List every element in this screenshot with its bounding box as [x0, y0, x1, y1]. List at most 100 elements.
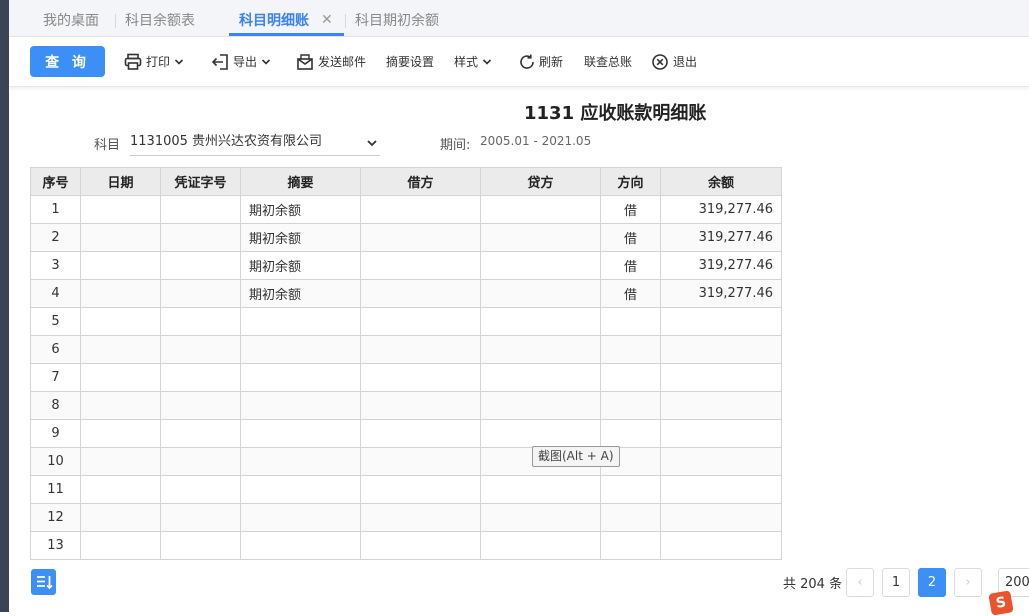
cell-direction: [600, 335, 661, 364]
cell-summary: [240, 419, 361, 448]
send-email-button[interactable]: 发送邮件: [296, 50, 371, 74]
cell-seq: 12: [30, 503, 81, 532]
cell-seq: 2: [30, 223, 81, 252]
page-1-button[interactable]: 1: [882, 568, 910, 597]
header-summary[interactable]: 摘要: [240, 167, 361, 196]
header-debit[interactable]: 借方: [360, 167, 481, 196]
close-circle-icon: [652, 54, 668, 70]
table-row[interactable]: 8: [30, 391, 782, 420]
tab-account-balance[interactable]: 科目余额表: [125, 0, 195, 37]
style-button[interactable]: 样式: [454, 50, 494, 74]
cell-debit: [360, 195, 481, 224]
cell-debit: [360, 335, 481, 364]
header-balance[interactable]: 余额: [660, 167, 782, 196]
style-label: 样式: [454, 55, 479, 69]
cell-credit: [480, 531, 601, 560]
cell-summary: [240, 503, 361, 532]
column-settings-button[interactable]: [31, 569, 56, 595]
total-count: 共 204 条: [783, 577, 843, 592]
table-row[interactable]: 12: [30, 503, 782, 532]
cell-date: [80, 195, 161, 224]
cell-voucher: [160, 279, 241, 308]
export-button[interactable]: 导出: [211, 50, 273, 74]
period-value: 2005.01 - 2021.05: [480, 134, 592, 148]
cell-summary: [240, 363, 361, 392]
tab-divider: [115, 14, 116, 28]
table-row[interactable]: 4 期初余额 借 319,277.46: [30, 279, 782, 308]
cell-debit: [360, 503, 481, 532]
exit-button[interactable]: 退出: [651, 50, 701, 74]
screenshot-tooltip: 截图(Alt + A): [532, 446, 620, 467]
table-row[interactable]: 5: [30, 307, 782, 336]
cell-date: [80, 335, 161, 364]
header-voucher[interactable]: 凭证字号: [160, 167, 241, 196]
table-row[interactable]: 2 期初余额 借 319,277.46: [30, 223, 782, 252]
cell-direction: [600, 363, 661, 392]
cell-summary: [240, 307, 361, 336]
cell-summary: 期初余额: [240, 223, 361, 252]
table-row[interactable]: 6: [30, 335, 782, 364]
print-button[interactable]: 打印: [124, 50, 186, 74]
table-row[interactable]: 10: [30, 447, 782, 476]
cell-credit: [480, 419, 601, 448]
toolbar: 查 询 打印 导出 发送邮件 摘要设置 样式 刷新 联查总账 退出: [9, 37, 1029, 87]
cell-date: [80, 251, 161, 280]
cell-voucher: [160, 503, 241, 532]
header-seq[interactable]: 序号: [30, 167, 81, 196]
cell-credit: [480, 251, 601, 280]
chevron-down-icon: [261, 59, 271, 65]
cell-balance: [660, 419, 782, 448]
summary-settings-button[interactable]: 摘要设置: [386, 50, 436, 74]
header-credit[interactable]: 贷方: [480, 167, 601, 196]
ledger-link-button[interactable]: 联查总账: [584, 50, 636, 74]
header-date[interactable]: 日期: [80, 167, 161, 196]
query-button[interactable]: 查 询: [30, 46, 105, 77]
cell-date: [80, 363, 161, 392]
cell-direction: 借: [600, 195, 661, 224]
cell-summary: [240, 391, 361, 420]
tab-desktop[interactable]: 我的桌面: [43, 0, 99, 37]
cell-seq: 8: [30, 391, 81, 420]
cell-seq: 1: [30, 195, 81, 224]
table-row[interactable]: 9: [30, 419, 782, 448]
cell-summary: 期初余额: [240, 251, 361, 280]
cell-balance: [660, 503, 782, 532]
cell-credit: [480, 307, 601, 336]
cell-credit: [480, 195, 601, 224]
subject-select-value: 1131005 贵州兴达农资有限公司: [130, 134, 323, 149]
table-row[interactable]: 11: [30, 475, 782, 504]
summary-settings-label: 摘要设置: [386, 55, 435, 69]
tab-divider: [345, 14, 346, 28]
cell-balance: [660, 335, 782, 364]
header-direction[interactable]: 方向: [600, 167, 661, 196]
cell-balance: [660, 447, 782, 476]
table-row[interactable]: 3 期初余额 借 319,277.46: [30, 251, 782, 280]
table-row[interactable]: 1 期初余额 借 319,277.46: [30, 195, 782, 224]
cell-debit: [360, 307, 481, 336]
refresh-label: 刷新: [539, 55, 564, 69]
subject-select[interactable]: 1131005 贵州兴达农资有限公司: [130, 130, 380, 156]
page-2-button[interactable]: 2: [918, 568, 946, 597]
tab-bar: 我的桌面 科目余额表 科目明细账 ✕ 科目期初余额: [9, 0, 1029, 37]
tab-account-ledger-detail[interactable]: 科目明细账: [239, 0, 309, 37]
cell-balance: [660, 531, 782, 560]
export-label: 导出: [233, 55, 258, 69]
cell-balance: 319,277.46: [660, 251, 782, 280]
cell-debit: [360, 531, 481, 560]
tab-opening-balance[interactable]: 科目期初余额: [355, 0, 439, 37]
table-row[interactable]: 7: [30, 363, 782, 392]
cell-balance: 319,277.46: [660, 279, 782, 308]
cell-summary: [240, 475, 361, 504]
refresh-button[interactable]: 刷新: [518, 50, 568, 74]
cell-voucher: [160, 391, 241, 420]
subject-label: 科目: [94, 138, 121, 153]
table-row[interactable]: 13: [30, 531, 782, 560]
cell-voucher: [160, 251, 241, 280]
send-email-label: 发送邮件: [318, 55, 367, 69]
cell-debit: [360, 475, 481, 504]
cell-date: [80, 503, 161, 532]
prev-page-button[interactable]: ‹: [846, 568, 874, 597]
cell-voucher: [160, 475, 241, 504]
close-icon[interactable]: ✕: [321, 12, 333, 28]
next-page-button[interactable]: ›: [954, 568, 982, 597]
